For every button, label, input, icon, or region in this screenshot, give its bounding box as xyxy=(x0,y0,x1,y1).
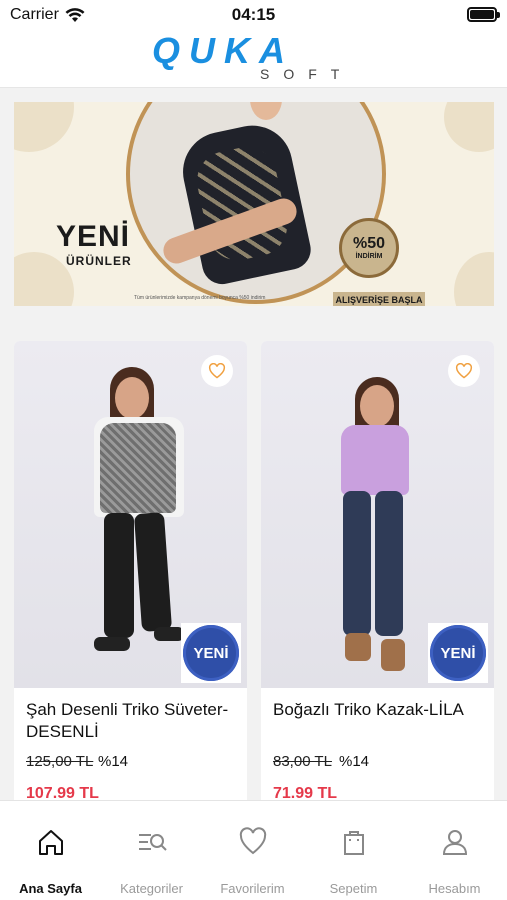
figure-boot xyxy=(345,633,371,661)
new-badge-label: YENİ xyxy=(430,625,486,681)
new-badge-label: YENİ xyxy=(183,625,239,681)
product-old-price: 83,00 TL xyxy=(273,753,332,770)
product-image[interactable]: YENİ xyxy=(261,341,494,688)
app-header: Carrier 04:15 QUKA SOFT xyxy=(0,0,507,88)
favorite-button[interactable] xyxy=(448,355,480,387)
shop-now-button[interactable]: ALIŞVERİŞE BAŞLA xyxy=(333,292,425,306)
status-time: 04:15 xyxy=(231,5,276,24)
shopping-bag-icon xyxy=(344,831,364,855)
status-bar: Carrier 04:15 xyxy=(0,0,507,30)
battery-icon xyxy=(467,7,500,22)
banner-fine-print: Tüm ürünlerimizde kampanya dönemi boyunc… xyxy=(134,295,266,301)
product-name[interactable]: Şah Desenli Triko Süveter-DESENLİ xyxy=(26,699,236,743)
logo-sub-text: SOFT xyxy=(260,66,354,82)
tab-label: Hesabım xyxy=(428,881,481,896)
figure-shoe xyxy=(94,637,130,651)
tab-categories[interactable]: Kategoriler xyxy=(101,801,202,900)
tab-account[interactable]: Hesabım xyxy=(404,801,505,900)
figure-sweater xyxy=(341,425,409,495)
banner-decor-blob xyxy=(454,252,494,306)
figure-leg xyxy=(375,491,403,636)
product-image[interactable]: YENİ xyxy=(14,341,247,688)
banner-decor-blob xyxy=(14,102,74,152)
tab-home[interactable]: Ana Sayfa xyxy=(0,801,101,900)
banner-discount-value: %50 xyxy=(352,235,386,252)
user-icon xyxy=(442,830,468,855)
banner-decor-blob xyxy=(444,102,494,152)
figure-shoe xyxy=(154,627,184,641)
figure-leg xyxy=(104,513,134,638)
heart-icon xyxy=(208,363,226,379)
product-name[interactable]: Boğazlı Triko Kazak-LİLA xyxy=(273,699,483,721)
figure-boot xyxy=(381,639,405,671)
home-icon xyxy=(39,830,63,855)
tab-favorites[interactable]: Favorilerim xyxy=(202,801,303,900)
product-card[interactable]: YENİ Boğazlı Triko Kazak-LİLA 83,00 TL %… xyxy=(261,341,494,811)
product-discount: %14 xyxy=(98,753,129,770)
product-card[interactable]: YENİ Şah Desenli Triko Süveter-DESENLİ 1… xyxy=(14,341,247,811)
category-search-icon xyxy=(139,834,167,851)
banner-subtitle: ÜRÜNLER xyxy=(66,254,132,268)
banner-model-image xyxy=(126,102,386,304)
new-badge: YENİ xyxy=(181,623,241,683)
banner-discount-label: İNDİRİM xyxy=(355,253,383,260)
banner-decor-blob xyxy=(14,252,74,306)
favorite-button[interactable] xyxy=(201,355,233,387)
heart-icon xyxy=(455,363,473,379)
model-face xyxy=(250,102,282,120)
figure-leg xyxy=(343,491,371,636)
tab-label: Favorilerim xyxy=(220,881,285,896)
tab-cart[interactable]: Sepetim xyxy=(303,801,404,900)
product-old-price: 125,00 TL xyxy=(26,753,94,770)
product-discount: %14 xyxy=(339,753,370,770)
figure-leg xyxy=(133,512,173,632)
figure-vest xyxy=(100,423,176,513)
promo-banner[interactable]: YENİ ÜRÜNLER %50 İNDİRİM Tüm ürünlerimiz… xyxy=(14,102,494,306)
new-badge: YENİ xyxy=(428,623,488,683)
figure-head xyxy=(360,385,394,427)
heart-icon xyxy=(239,827,267,855)
tab-label: Kategoriler xyxy=(120,881,183,896)
bottom-tab-bar: Ana Sayfa Kategoriler Favorilerim Sepeti… xyxy=(0,800,507,900)
tab-label: Ana Sayfa xyxy=(19,881,82,896)
figure-head xyxy=(115,377,149,419)
tab-label: Sepetim xyxy=(329,881,378,896)
app-logo: QUKA SOFT xyxy=(150,30,360,86)
banner-discount-badge: %50 İNDİRİM xyxy=(339,218,399,278)
banner-title: YENİ xyxy=(56,220,131,253)
